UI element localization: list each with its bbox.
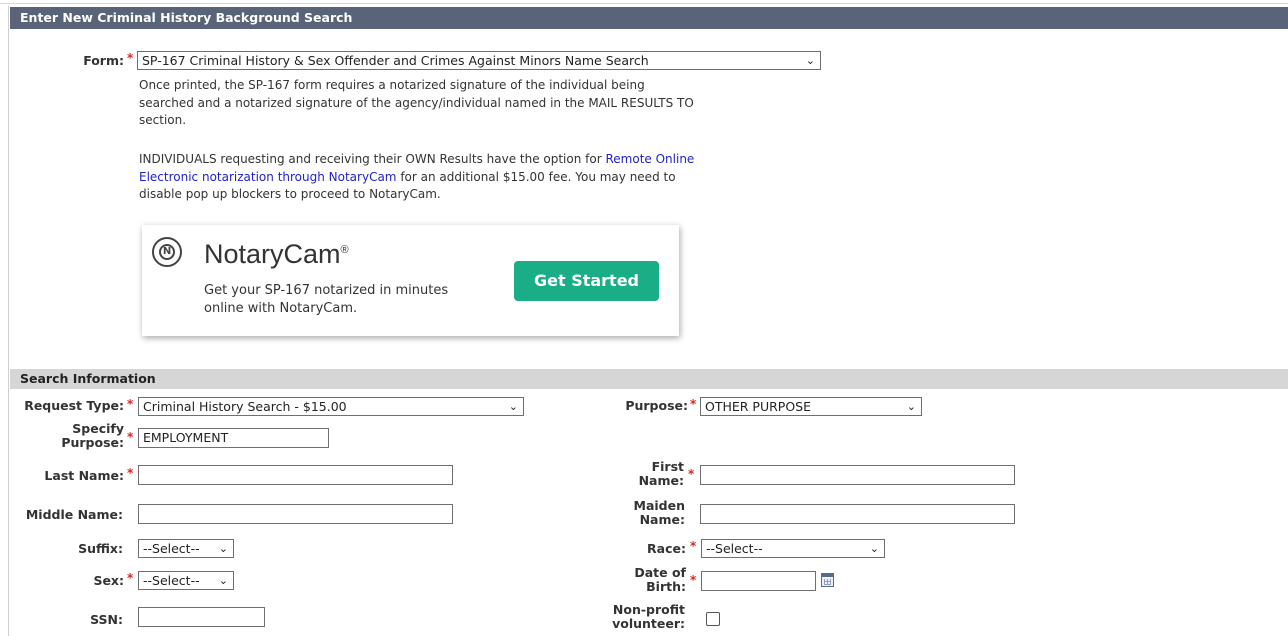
ssn-label: SSN: xyxy=(90,612,123,627)
label-line: Name: xyxy=(639,512,685,527)
form-label: Form: xyxy=(78,53,124,68)
form-select-value: SP-167 Criminal History & Sex Offender a… xyxy=(142,53,649,68)
label-line: Maiden xyxy=(633,498,685,513)
request-type-select[interactable]: Criminal History Search - $15.00 ⌄ xyxy=(138,397,524,416)
race-select[interactable]: --Select-- ⌄ xyxy=(701,539,885,558)
form-header: Enter New Criminal History Background Se… xyxy=(10,7,1288,29)
label-line: Birth: xyxy=(646,579,686,594)
label-line: Name: xyxy=(638,473,684,488)
sex-label: Sex: xyxy=(93,573,124,588)
chevron-down-icon: ⌄ xyxy=(508,400,518,413)
required-marker: * xyxy=(690,397,697,411)
chevron-down-icon: ⌄ xyxy=(218,542,228,555)
race-label: Race: xyxy=(647,541,686,556)
form-note-notarycam: INDIVIDUALS requesting and receiving the… xyxy=(139,151,699,204)
suffix-select[interactable]: --Select-- ⌄ xyxy=(138,539,234,558)
purpose-value: OTHER PURPOSE xyxy=(705,399,812,414)
purpose-label: Purpose: xyxy=(625,398,688,413)
label-line: First xyxy=(651,459,684,474)
suffix-value: --Select-- xyxy=(143,541,200,556)
chevron-down-icon: ⌄ xyxy=(906,400,916,413)
last-name-input[interactable] xyxy=(138,465,453,485)
dob-label: Date of Birth: xyxy=(600,566,686,594)
calendar-icon[interactable] xyxy=(821,573,834,587)
purpose-select[interactable]: OTHER PURPOSE ⌄ xyxy=(700,397,922,416)
chevron-down-icon: ⌄ xyxy=(869,542,879,555)
notarycam-logo-icon: N xyxy=(152,237,182,267)
maiden-name-input[interactable] xyxy=(700,504,1015,524)
specify-purpose-label: Specify Purpose: xyxy=(40,422,124,450)
registered-mark: ® xyxy=(340,244,349,256)
nonprofit-label: Non-profit volunteer: xyxy=(600,603,685,631)
left-border xyxy=(8,6,9,636)
sex-select[interactable]: --Select-- ⌄ xyxy=(138,571,234,590)
first-name-label: First Name: xyxy=(600,460,684,488)
ssn-input[interactable] xyxy=(138,607,265,627)
top-border xyxy=(0,0,1288,4)
form-select[interactable]: SP-167 Criminal History & Sex Offender a… xyxy=(137,51,821,70)
required-marker: * xyxy=(127,571,134,585)
get-started-button[interactable]: Get Started xyxy=(514,261,659,301)
required-marker: * xyxy=(688,467,695,481)
label-line: Non-profit xyxy=(612,602,685,617)
notarycam-banner: N NotaryCam® Get your SP-167 notarized i… xyxy=(142,225,679,336)
search-information-header: Search Information xyxy=(10,369,1288,389)
specify-purpose-input[interactable]: EMPLOYMENT xyxy=(138,428,329,448)
middle-name-label: Middle Name: xyxy=(25,507,123,522)
last-name-label: Last Name: xyxy=(44,468,124,483)
chevron-down-icon: ⌄ xyxy=(805,54,815,67)
date-of-birth-input[interactable] xyxy=(701,571,816,591)
brand-name: NotaryCam xyxy=(204,239,341,269)
note-text: INDIVIDUALS requesting and receiving the… xyxy=(139,152,602,166)
request-type-label: Request Type: xyxy=(24,398,124,413)
label-line: Specify xyxy=(72,421,124,436)
suffix-label: Suffix: xyxy=(78,541,123,556)
nonprofit-volunteer-checkbox[interactable] xyxy=(706,612,720,626)
sex-value: --Select-- xyxy=(143,573,200,588)
form-label-text: Form: xyxy=(83,53,124,68)
label-line: Date of xyxy=(634,565,686,580)
required-marker: * xyxy=(127,397,134,411)
maiden-name-label: Maiden Name: xyxy=(600,499,685,527)
label-line: Purpose: xyxy=(61,435,124,450)
first-name-input[interactable] xyxy=(700,465,1015,485)
request-type-value: Criminal History Search - $15.00 xyxy=(143,399,347,414)
required-marker: * xyxy=(127,466,134,480)
label-line: volunteer: xyxy=(612,616,685,631)
form-note-notarization: Once printed, the SP-167 form requires a… xyxy=(139,78,694,127)
required-marker: * xyxy=(127,51,134,65)
notarycam-subtitle: Get your SP-167 notarized in minutes onl… xyxy=(204,283,449,316)
required-marker: * xyxy=(127,430,134,444)
logo-letter: N xyxy=(159,244,175,260)
required-marker: * xyxy=(690,539,697,553)
chevron-down-icon: ⌄ xyxy=(218,574,228,587)
middle-name-input[interactable] xyxy=(138,504,453,524)
notarycam-brand: NotaryCam® xyxy=(204,239,349,270)
required-marker: * xyxy=(690,573,697,587)
race-value: --Select-- xyxy=(706,541,763,556)
